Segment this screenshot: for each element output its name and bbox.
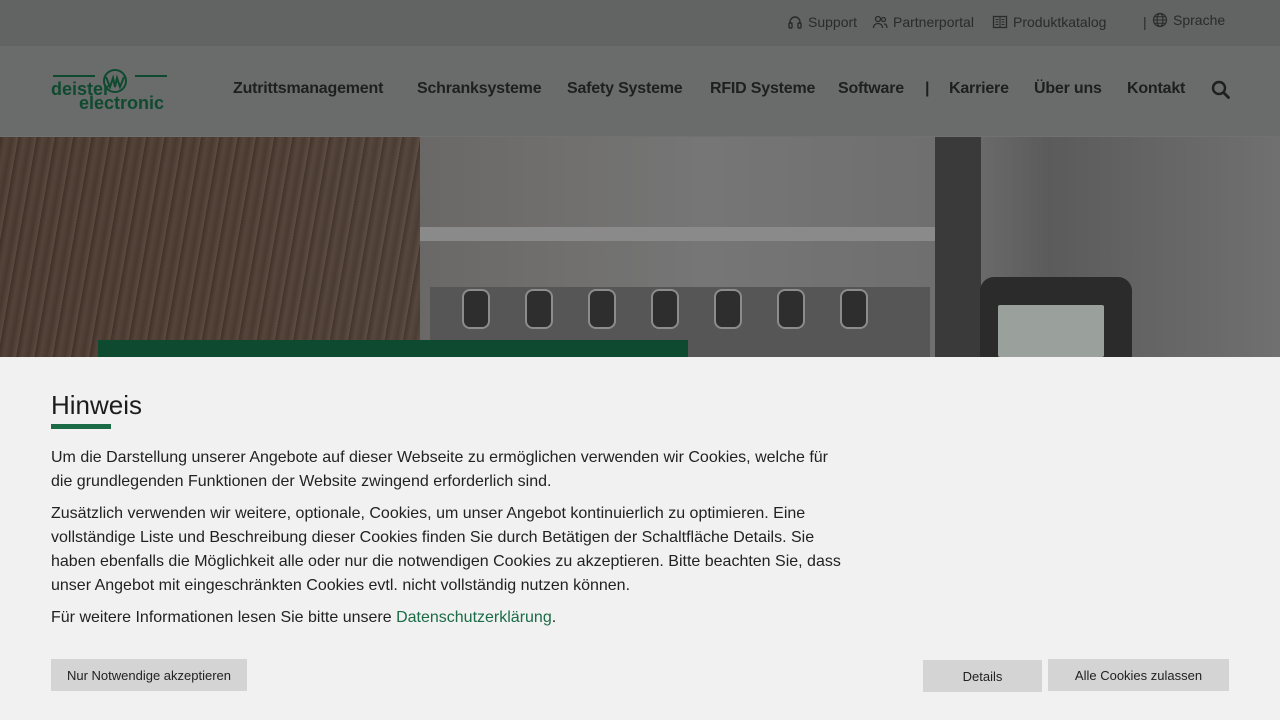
nav-item-karriere[interactable]: Karriere: [949, 80, 1009, 98]
details-button[interactable]: Details: [923, 660, 1042, 692]
nav-item-schranksysteme[interactable]: Schranksysteme: [417, 80, 542, 98]
headset-icon: [788, 16, 802, 29]
accept-necessary-button[interactable]: Nur Notwendige akzeptieren: [51, 659, 247, 691]
nav-item-safety-systeme[interactable]: Safety Systeme: [567, 80, 683, 98]
language-label: Sprache: [1173, 12, 1226, 28]
logo-line2: electronic: [79, 93, 164, 113]
language-selector[interactable]: Sprache: [1152, 12, 1225, 28]
top-utility-bar: Support Partnerportal Produktkatalog | S…: [0, 0, 1280, 46]
cookie-paragraph-1: Um die Darstellung unserer Angebote auf …: [51, 449, 828, 490]
partnerportal-label: Partnerportal: [893, 14, 974, 30]
hero-key-slot: [525, 289, 553, 329]
cookie-paragraph-3: Für weitere Informationen lesen Sie bitt…: [51, 606, 841, 630]
support-label: Support: [808, 14, 858, 30]
search-icon: [1211, 80, 1230, 99]
deister-electronic-logo[interactable]: deister electronic: [51, 69, 169, 113]
support-link[interactable]: Support: [787, 14, 857, 30]
hero-key-slot: [840, 289, 868, 329]
paragraph-3-suffix: .: [551, 609, 557, 626]
search-button[interactable]: [1211, 80, 1231, 100]
catalog-icon: [992, 15, 1008, 29]
cookie-paragraph-2: Zusätzlich verwenden wir weitere, option…: [51, 505, 841, 594]
paragraph-3-prefix: Für weitere Informationen lesen Sie bitt…: [51, 609, 397, 626]
nav-item-ueber-uns[interactable]: Über uns: [1034, 80, 1102, 98]
partnerportal-link[interactable]: Partnerportal: [872, 14, 974, 30]
cookie-title: Hinweis: [51, 390, 143, 420]
globe-icon: [1152, 12, 1168, 28]
produktkatalog-link[interactable]: Produktkatalog: [992, 14, 1106, 30]
logo-graphic: deister electronic: [51, 69, 167, 113]
title-underline: [51, 424, 111, 429]
hero-image: [0, 137, 1280, 357]
hero-key-slot: [714, 289, 742, 329]
topbar-separator: |: [1143, 14, 1147, 30]
hero-shelf-shape: [420, 227, 940, 241]
privacy-policy-link[interactable]: Datenschutzerklärung: [396, 609, 552, 626]
nav-item-rfid-systeme[interactable]: RFID Systeme: [710, 80, 815, 98]
hero-key-slot: [777, 289, 805, 329]
produktkatalog-label: Produktkatalog: [1013, 14, 1107, 30]
hero-key-slot: [588, 289, 616, 329]
accept-all-button[interactable]: Alle Cookies zulassen: [1048, 659, 1229, 691]
nav-item-kontakt[interactable]: Kontakt: [1127, 80, 1185, 98]
hero-terminal-screen: [998, 305, 1104, 357]
nav-item-zutrittsmanagement[interactable]: Zutrittsmanagement: [233, 80, 383, 98]
nav-item-software[interactable]: Software: [838, 80, 904, 98]
nav-separator: |: [925, 80, 930, 97]
hero-green-banner: [98, 340, 688, 357]
hero-key-slot: [651, 289, 679, 329]
users-icon: [872, 15, 888, 29]
hero-pillar-shape: [935, 137, 981, 357]
hero-key-slot: [462, 289, 490, 329]
hero-hair-shape: [0, 137, 420, 357]
